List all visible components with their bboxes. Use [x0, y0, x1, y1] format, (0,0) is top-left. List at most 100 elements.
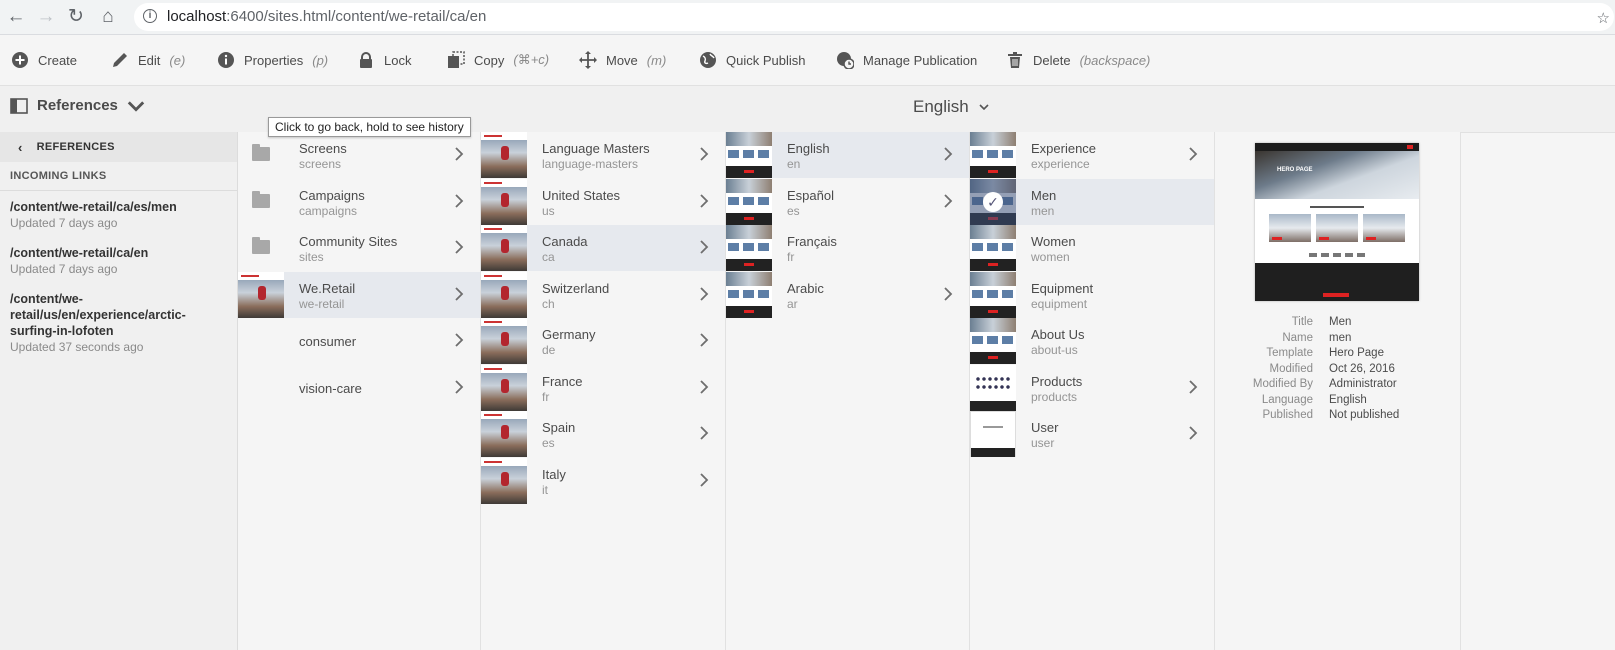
- address-bar[interactable]: i localhost:6400/sites.html/content/we-r…: [134, 3, 1614, 31]
- chevron-right-icon[interactable]: [1188, 425, 1198, 441]
- column-item-ca[interactable]: Canada ca: [481, 225, 725, 271]
- chevron-right-icon[interactable]: [943, 146, 953, 162]
- property-value: Hero Page: [1329, 347, 1384, 359]
- page-thumbnail[interactable]: [481, 318, 527, 364]
- column-item-fr[interactable]: France fr: [481, 364, 725, 411]
- edit-button[interactable]: Edit (e): [111, 35, 185, 85]
- property-label: Title: [1291, 316, 1313, 328]
- page-thumbnail[interactable]: [726, 271, 772, 318]
- manage-publication-button[interactable]: Manage Publication: [836, 35, 977, 85]
- column-item-we-retail[interactable]: We.Retail we-retail: [238, 271, 480, 318]
- references-back-button[interactable]: ‹ REFERENCES: [0, 132, 237, 162]
- chevron-right-icon[interactable]: [699, 239, 709, 255]
- home-icon[interactable]: ⌂: [97, 6, 119, 28]
- folder-icon[interactable]: [238, 225, 284, 271]
- chevron-right-icon[interactable]: [454, 146, 464, 162]
- column-item-ch[interactable]: Switzerland ch: [481, 271, 725, 318]
- info-icon[interactable]: i: [143, 9, 157, 23]
- column-item-consumer[interactable]: consumer: [238, 318, 480, 364]
- column-item-ar[interactable]: Arabic ar: [726, 271, 969, 318]
- folder-icon[interactable]: [238, 179, 284, 225]
- chevron-right-icon[interactable]: [699, 425, 709, 441]
- page-thumbnail[interactable]: [481, 411, 527, 457]
- bookmark-star-icon[interactable]: ☆: [1597, 9, 1610, 27]
- page-thumbnail[interactable]: [970, 318, 1016, 364]
- column-item-user[interactable]: User user: [970, 411, 1214, 457]
- column-item-screens[interactable]: Screens screens: [238, 132, 480, 178]
- rail-toggle-button[interactable]: References: [10, 97, 145, 114]
- page-thumbnail[interactable]: [481, 225, 527, 271]
- page-thumbnail[interactable]: [970, 225, 1016, 271]
- chevron-right-icon[interactable]: [699, 379, 709, 395]
- chevron-right-icon[interactable]: [1188, 146, 1198, 162]
- incoming-link-item[interactable]: /content/we-retail/ca/es/men Updated 7 da…: [0, 191, 237, 231]
- incoming-link-updated: Updated 7 days ago: [10, 216, 118, 230]
- column-item-language-masters[interactable]: Language Masters language-masters: [481, 132, 725, 178]
- page-title-dropdown[interactable]: English: [913, 97, 989, 117]
- column-item-men[interactable]: ✓ Men men: [970, 178, 1214, 225]
- column-item-us[interactable]: United States us: [481, 178, 725, 225]
- page-thumbnail[interactable]: [481, 457, 527, 504]
- quick-publish-button[interactable]: Quick Publish: [699, 35, 805, 85]
- column-item-es[interactable]: Español es: [726, 178, 969, 225]
- column-item-en[interactable]: English en: [726, 132, 969, 178]
- item-name: campaigns: [299, 203, 358, 218]
- chevron-right-icon[interactable]: [699, 472, 709, 488]
- column-item-es[interactable]: Spain es: [481, 411, 725, 457]
- column-item-experience[interactable]: Experience experience: [970, 132, 1214, 178]
- chevron-right-icon[interactable]: [699, 146, 709, 162]
- page-thumbnail[interactable]: [726, 225, 772, 271]
- incoming-link-item[interactable]: /content/we-retail/us/en/experience/arct…: [0, 283, 237, 355]
- chevron-right-icon[interactable]: [1188, 379, 1198, 395]
- column-sites: Screens screens Campaigns campaigns Communit…: [238, 132, 481, 650]
- page-thumbnail[interactable]: [481, 132, 527, 178]
- copy-button[interactable]: Copy (⌘+c): [447, 35, 549, 85]
- column-item-de[interactable]: Germany de: [481, 318, 725, 364]
- page-thumbnail[interactable]: [970, 364, 1016, 411]
- column-item-fr[interactable]: Français fr: [726, 225, 969, 271]
- back-arrow-icon[interactable]: ←: [5, 6, 27, 28]
- move-button[interactable]: Move (m): [579, 35, 666, 85]
- chevron-right-icon[interactable]: [454, 286, 464, 302]
- column-item-women[interactable]: Women women: [970, 225, 1214, 271]
- page-thumbnail[interactable]: [970, 271, 1016, 318]
- selected-check-icon[interactable]: ✓: [970, 178, 1016, 225]
- column-item-campaigns[interactable]: Campaigns campaigns: [238, 179, 480, 225]
- page-thumbnail[interactable]: [481, 271, 527, 318]
- chevron-right-icon[interactable]: [943, 193, 953, 209]
- folder-icon[interactable]: [238, 132, 284, 178]
- reload-icon[interactable]: ↻: [65, 6, 87, 28]
- column-item-equipment[interactable]: Equipment equipment: [970, 271, 1214, 318]
- lock-icon: [357, 51, 375, 69]
- chevron-right-icon[interactable]: [454, 332, 464, 348]
- chevron-right-icon[interactable]: [454, 239, 464, 255]
- create-button[interactable]: Create: [11, 35, 77, 85]
- chevron-right-icon[interactable]: [454, 193, 464, 209]
- item-name: screens: [299, 157, 342, 171]
- page-thumbnail[interactable]: [726, 178, 772, 225]
- column-item-it[interactable]: Italy it: [481, 457, 725, 504]
- page-thumbnail[interactable]: [481, 178, 527, 225]
- column-item-vision-care[interactable]: vision-care: [238, 365, 480, 411]
- page-thumbnail[interactable]: [970, 411, 1016, 457]
- chevron-right-icon[interactable]: [943, 286, 953, 302]
- page-thumbnail[interactable]: [238, 271, 284, 318]
- chevron-right-icon[interactable]: [454, 379, 464, 395]
- page-preview-thumbnail[interactable]: HERO PAGE: [1255, 143, 1419, 301]
- chevron-right-icon[interactable]: [699, 286, 709, 302]
- page-thumbnail[interactable]: [726, 132, 772, 178]
- column-item-sites[interactable]: Community Sites sites: [238, 225, 480, 271]
- item-name: user: [1031, 436, 1055, 450]
- page-thumbnail[interactable]: [481, 364, 527, 411]
- properties-button[interactable]: Properties (p): [217, 35, 328, 85]
- chevron-right-icon[interactable]: [699, 193, 709, 209]
- incoming-link-item[interactable]: /content/we-retail/ca/en Updated 7 days a…: [0, 237, 237, 277]
- column-item-about-us[interactable]: About Us about-us: [970, 318, 1214, 364]
- url-text[interactable]: localhost:6400/sites.html/content/we-ret…: [167, 8, 486, 25]
- page-thumbnail[interactable]: [970, 132, 1016, 178]
- chevron-right-icon[interactable]: [699, 332, 709, 348]
- lock-button[interactable]: Lock: [357, 35, 411, 85]
- delete-button[interactable]: Delete (backspace): [1006, 35, 1150, 85]
- column-item-products[interactable]: Products products: [970, 364, 1214, 411]
- forward-arrow-icon[interactable]: →: [35, 6, 57, 28]
